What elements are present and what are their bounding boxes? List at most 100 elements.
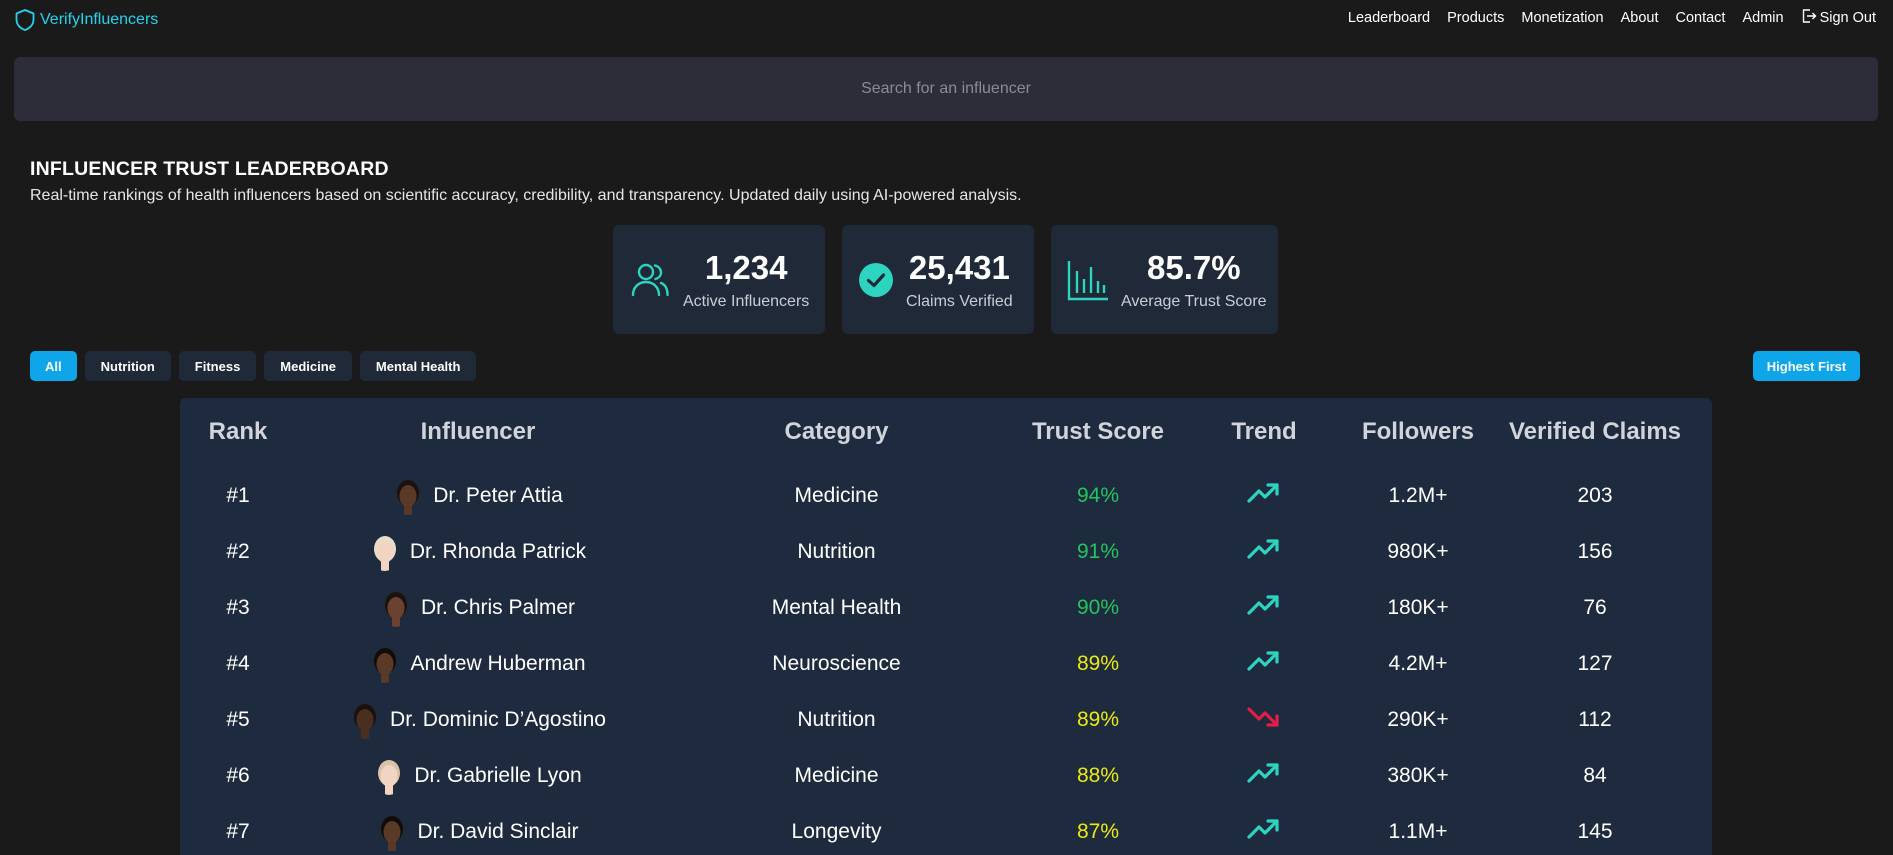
trust-score-cell: 90% [1076, 596, 1120, 619]
trending-up-icon [1247, 818, 1281, 846]
sign-out-icon [1802, 9, 1817, 23]
rank-cell: #3 [226, 596, 250, 619]
filter-all[interactable]: All [30, 351, 77, 381]
category-cell: Mental Health [771, 596, 902, 619]
table-row[interactable]: #4 Andrew Huberman Neuroscience 89% 4.2M+ 127 [180, 636, 1712, 692]
trend-cell [1183, 468, 1345, 524]
brand-logo[interactable]: VerifyInfluencers [14, 8, 158, 32]
header-verified-claims[interactable]: Verified Claims [1491, 412, 1699, 452]
header-trend[interactable]: Trend [1183, 412, 1345, 452]
nav-link-leaderboard[interactable]: Leaderboard [1348, 10, 1430, 26]
nav-link-about[interactable]: About [1621, 10, 1659, 26]
table-row[interactable]: #6 Dr. Gabrielle Lyon Medicine 88% 380K+ 84 [180, 748, 1712, 804]
influencer-cell[interactable]: Dr. Gabrielle Lyon [296, 748, 660, 804]
category-cell: Nutrition [797, 708, 876, 731]
trend-cell [1183, 748, 1345, 804]
trend-cell [1183, 804, 1345, 855]
rank-cell: #1 [226, 484, 250, 507]
avatar [381, 589, 411, 627]
followers-cell: 1.2M+ [1388, 484, 1448, 507]
influencer-cell[interactable]: Dr. Peter Attia [296, 468, 660, 524]
stat-card-active-influencers: 1,234 Active Influencers [613, 225, 825, 334]
followers-cell: 980K+ [1387, 540, 1449, 563]
filter-medicine[interactable]: Medicine [264, 351, 352, 381]
filter-mental-health[interactable]: Mental Health [359, 351, 477, 381]
shield-icon [15, 9, 35, 31]
header-influencer[interactable]: Influencer [296, 412, 660, 452]
influencer-name: Dr. David Sinclair [417, 820, 579, 843]
page-subtitle: Real-time rankings of health influencers… [30, 187, 1022, 204]
influencer-name: Andrew Huberman [410, 652, 586, 675]
trust-score-cell: 88% [1076, 764, 1120, 787]
stat-text: 25,431 Claims Verified [906, 249, 1013, 311]
influencer-cell[interactable]: Dr. Chris Palmer [296, 580, 660, 636]
avatar [377, 813, 407, 851]
sort-button[interactable]: Highest First [1753, 351, 1860, 381]
nav-links: Leaderboard Products Monetization About … [1348, 9, 1876, 26]
verified-claims-cell: 127 [1577, 652, 1613, 675]
filter-fitness[interactable]: Fitness [178, 351, 257, 381]
verified-claims-cell: 76 [1583, 596, 1607, 619]
nav-link-contact[interactable]: Contact [1675, 10, 1725, 26]
nav-link-admin[interactable]: Admin [1742, 10, 1783, 26]
nav-link-monetization[interactable]: Monetization [1521, 10, 1603, 26]
trending-up-icon [1247, 650, 1281, 678]
followers-cell: 380K+ [1387, 764, 1449, 787]
influencer-name: Dr. Chris Palmer [420, 596, 576, 619]
rank-cell: #2 [226, 540, 250, 563]
followers-cell: 290K+ [1387, 708, 1449, 731]
table-row[interactable]: #1 Dr. Peter Attia Medicine 94% 1.2M+ 203 [180, 468, 1712, 524]
stat-value: 85.7% [1146, 248, 1241, 286]
influencer-name: Dr. Gabrielle Lyon [414, 764, 582, 787]
nav-link-products[interactable]: Products [1447, 10, 1504, 26]
trending-up-icon [1247, 482, 1281, 510]
header-category[interactable]: Category [660, 412, 1013, 452]
followers-cell: 1.1M+ [1388, 820, 1448, 843]
table-row[interactable]: #5 Dr. Dominic D’Agostino Nutrition 89% 290K… [180, 692, 1712, 748]
stat-text: 1,234 Active Influencers [683, 249, 809, 311]
avatar [370, 533, 400, 571]
stat-label: Claims Verified [906, 292, 1013, 310]
stat-value: 25,431 [908, 248, 1010, 286]
rank-cell: #4 [226, 652, 250, 675]
verified-claims-cell: 84 [1583, 764, 1607, 787]
table-row[interactable]: #2 Dr. Rhonda Patrick Nutrition 91% 980K+ 156 [180, 524, 1712, 580]
brand-name: VerifyInfluencers [40, 11, 159, 28]
influencer-cell[interactable]: Dr. Dominic D’Agostino [296, 692, 660, 748]
trust-score-cell: 89% [1076, 708, 1120, 731]
followers-cell: 4.2M+ [1388, 652, 1448, 675]
influencer-name: Dr. Rhonda Patrick [409, 540, 587, 563]
influencer-cell[interactable]: Andrew Huberman [296, 636, 660, 692]
trend-cell [1183, 692, 1345, 748]
table-row[interactable]: #3 Dr. Chris Palmer Mental Health 90% 180K+ 7… [180, 580, 1712, 636]
search-input[interactable] [14, 57, 1878, 121]
influencer-name: Dr. Dominic D’Agostino [390, 708, 606, 731]
rank-cell: #7 [226, 820, 250, 843]
trending-up-icon [1247, 594, 1281, 622]
header-rank[interactable]: Rank [180, 412, 296, 452]
header-trust-score[interactable]: Trust Score [1013, 412, 1183, 452]
trend-cell [1183, 636, 1345, 692]
avatar [374, 757, 404, 795]
trending-up-icon [1247, 538, 1281, 566]
verified-claims-cell: 203 [1577, 484, 1613, 507]
table-row[interactable]: #7 Dr. David Sinclair Longevity 87% 1.1M+ 145 [180, 804, 1712, 855]
sign-out-button[interactable]: Sign Out [1801, 9, 1876, 26]
check-circle-icon [858, 262, 894, 298]
influencer-cell[interactable]: Dr. David Sinclair [296, 804, 660, 855]
followers-cell: 180K+ [1387, 596, 1449, 619]
category-cell: Nutrition [797, 540, 876, 563]
avatar [350, 701, 380, 739]
header-followers[interactable]: Followers [1345, 412, 1491, 452]
search-bar [14, 57, 1878, 121]
trending-down-icon [1247, 706, 1281, 734]
trust-score-cell: 87% [1076, 820, 1120, 843]
influencer-name: Dr. Peter Attia [433, 484, 563, 507]
category-filters: All Nutrition Fitness Medicine Mental He… [30, 351, 477, 381]
influencer-cell[interactable]: Dr. Rhonda Patrick [296, 524, 660, 580]
stat-card-average-trust-score: 85.7% Average Trust Score [1051, 225, 1278, 334]
stat-value: 1,234 [704, 248, 788, 286]
filter-nutrition[interactable]: Nutrition [84, 351, 171, 381]
category-cell: Medicine [794, 484, 879, 507]
leaderboard-table: Rank Influencer Category Trust Score Tre… [180, 398, 1712, 855]
